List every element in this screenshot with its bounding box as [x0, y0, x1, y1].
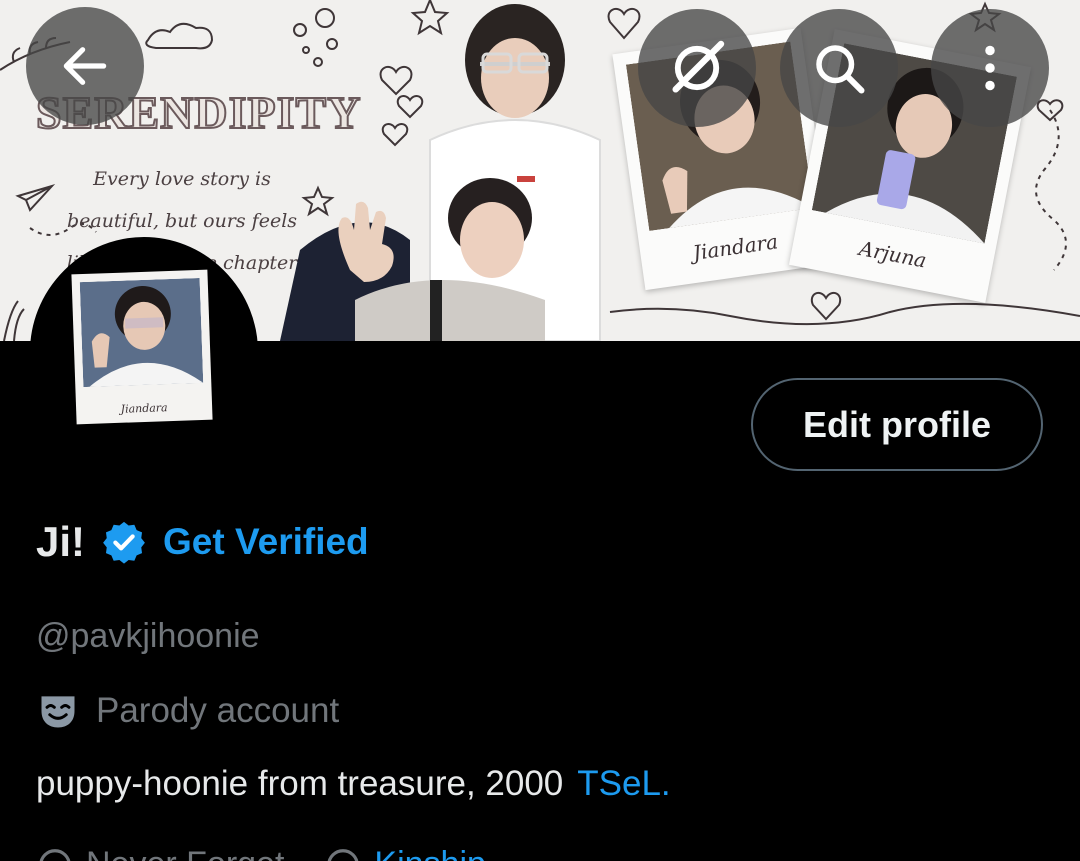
profile-handle: @pavkjihoonie — [36, 617, 260, 655]
meta-link[interactable]: Kinship — [374, 845, 486, 861]
banner-quote-line: Every love story is — [93, 168, 271, 190]
bio-text: puppy-hoonie from treasure, 2000 — [36, 764, 564, 803]
verified-badge-icon[interactable] — [101, 519, 147, 565]
bio-link[interactable]: TSeL. — [577, 764, 670, 803]
location-icon — [39, 848, 71, 861]
avatar-polaroid: Jiandara — [71, 269, 213, 425]
theater-mask-icon — [41, 696, 75, 728]
profile-name-row: Ji! Get Verified — [36, 512, 369, 572]
parody-account-label-row[interactable]: Parody account — [36, 688, 339, 734]
grok-button[interactable] — [638, 9, 756, 127]
meta-text: Never Forget — [86, 845, 284, 861]
profile-bio: puppy-hoonie from treasure, 2000 TSeL. — [36, 764, 671, 804]
back-button[interactable] — [26, 7, 144, 125]
arrow-left-icon — [63, 47, 107, 85]
display-name: Ji! — [36, 518, 86, 565]
profile-meta-row: Never Forget Kinship — [36, 845, 486, 861]
grok-icon — [672, 40, 725, 93]
search-icon — [816, 45, 865, 94]
banner-photo-people — [280, 0, 610, 341]
more-button[interactable] — [931, 9, 1049, 127]
avatar-photo — [79, 277, 204, 388]
parody-account-label: Parody account — [96, 691, 340, 730]
search-button[interactable] — [780, 9, 898, 127]
edit-profile-button[interactable]: Edit profile — [751, 378, 1043, 471]
avatar-caption: Jiandara — [120, 401, 168, 416]
more-vertical-icon — [985, 45, 995, 91]
get-verified-link[interactable]: Get Verified — [163, 521, 369, 563]
link-icon — [327, 848, 359, 861]
